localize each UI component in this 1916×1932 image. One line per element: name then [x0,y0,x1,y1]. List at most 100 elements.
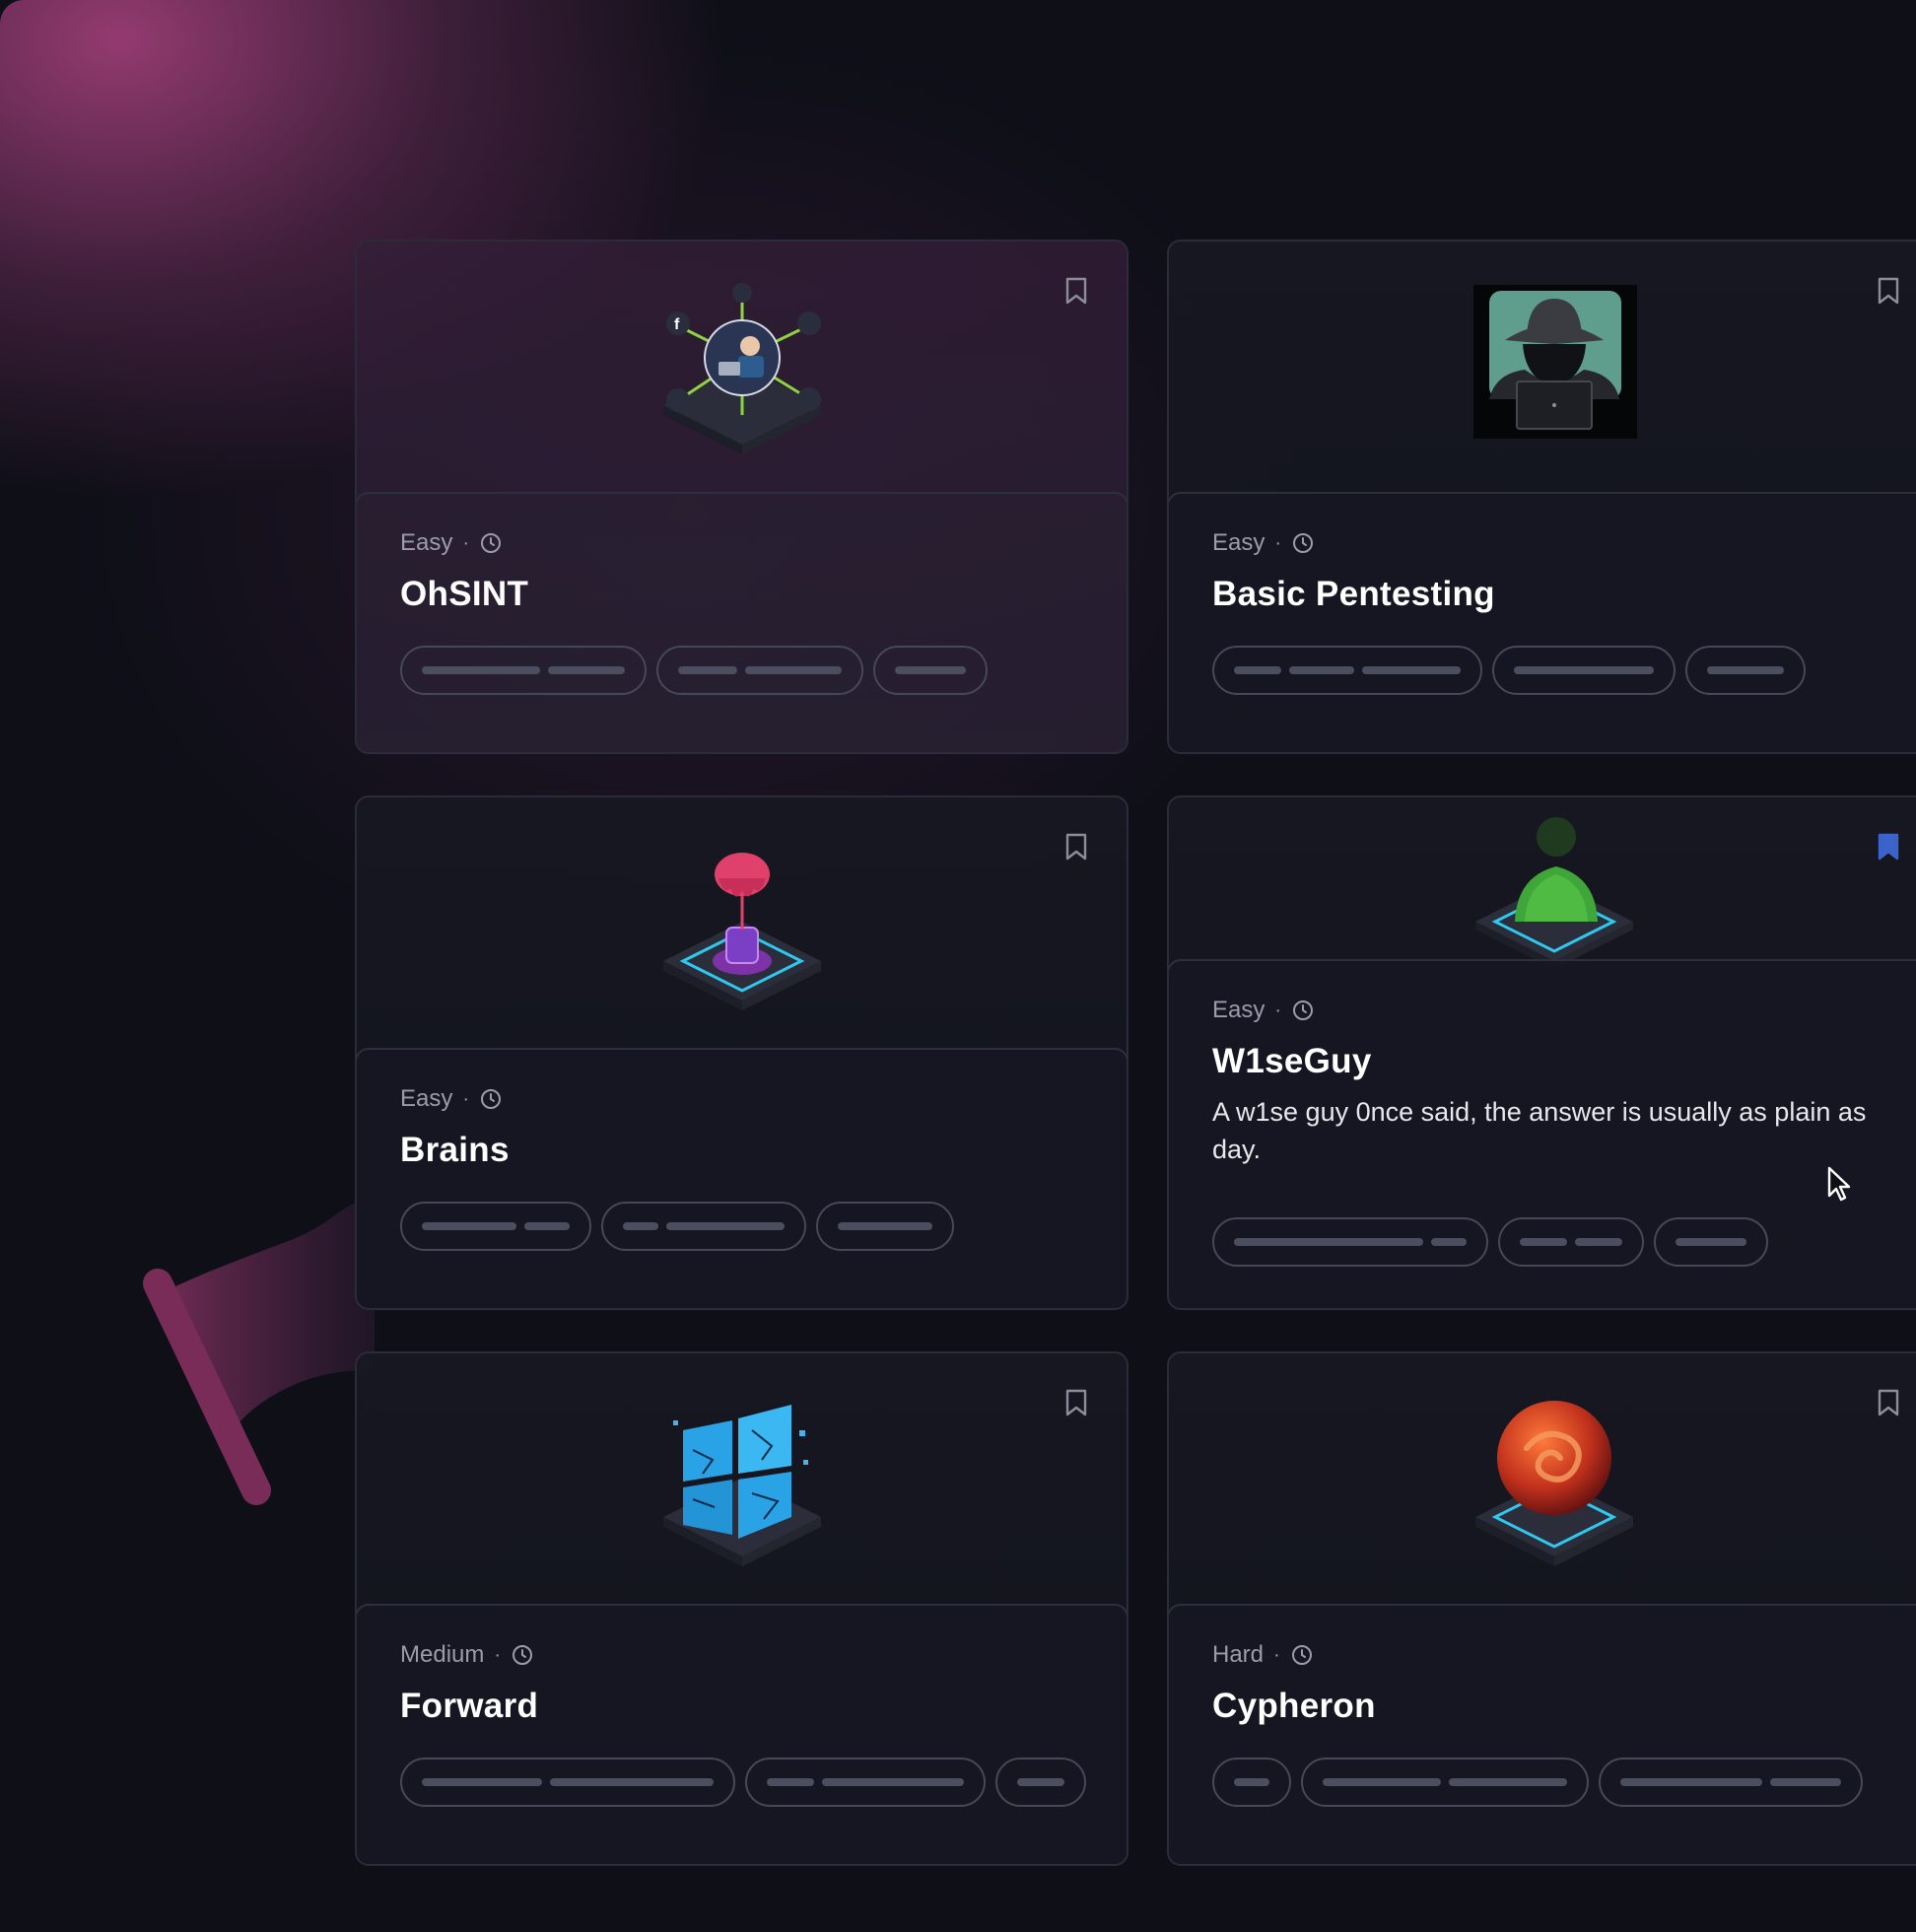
meta-separator: · [1274,531,1282,554]
matrix-person-icon [1474,817,1633,969]
room-card-info: Easy · Brains [357,1048,1127,1308]
tag-pill[interactable] [400,646,647,695]
difficulty-label: Hard [1212,1641,1265,1668]
tag-pill[interactable] [1654,1217,1768,1267]
tag-pill[interactable] [1492,646,1676,695]
tag-pill[interactable] [745,1758,986,1807]
room-title[interactable]: Brains [400,1131,510,1170]
room-card-info: Easy · OhSINT [357,492,1127,752]
tag-placeholder-bar [895,666,966,674]
tag-placeholder-bar [422,1778,542,1786]
room-card-w1seguy[interactable]: Easy · W1seGuy A w1se guy 0nce said, the… [1167,795,1916,1310]
clock-icon [1291,1645,1312,1665]
room-card-image-area [357,797,1127,1049]
room-card-forward[interactable]: Medium · Forward [355,1351,1129,1866]
tag-pill[interactable] [656,646,863,695]
room-card-cypheron[interactable]: Hard · Cypheron [1167,1351,1916,1866]
meta-separator: · [462,531,470,554]
tag-placeholder-bar [1520,1238,1567,1246]
meta-separator: · [1273,1643,1280,1666]
tag-placeholder-bar [548,666,625,674]
bookmark-icon[interactable] [1065,1389,1087,1416]
tag-placeholder-bar [422,1222,516,1230]
tag-placeholder-bar [1770,1778,1841,1786]
tag-pill[interactable] [1301,1758,1589,1807]
clock-icon [1293,533,1314,553]
difficulty-label: Medium [400,1641,485,1668]
room-card-basic-pentesting[interactable]: Easy · Basic Pentesting [1167,240,1916,754]
svg-text:f: f [674,316,680,333]
tag-pill[interactable] [816,1202,954,1251]
tag-pill[interactable] [1498,1217,1644,1267]
brain-on-platform-icon [662,853,821,1010]
bookmark-icon[interactable] [1065,277,1087,305]
room-gallery: f Easy · OhSINT Easy · Basic Pentesting … [0,0,1916,1932]
tag-placeholder-bar [1620,1778,1762,1786]
clock-icon [513,1645,533,1665]
room-title[interactable]: Forward [400,1687,538,1726]
tag-placeholder-bar [1234,1238,1423,1246]
tag-pill[interactable] [400,1202,591,1251]
room-card-brains[interactable]: Easy · Brains [355,795,1129,1310]
room-meta: Easy · [1212,997,1315,1024]
room-tags [400,646,988,695]
clock-icon [1293,1000,1314,1020]
tag-placeholder-bar [666,1222,785,1230]
tag-placeholder-bar [1707,666,1784,674]
room-card-ohsint[interactable]: f Easy · OhSINT [355,240,1129,754]
room-title[interactable]: Basic Pentesting [1212,575,1495,614]
room-description: A w1se guy 0nce said, the answer is usua… [1212,1097,1867,1164]
tag-pill[interactable] [400,1758,735,1807]
tag-pill[interactable] [1212,1758,1291,1807]
tag-placeholder-bar [1575,1238,1622,1246]
bookmark-icon[interactable] [1065,833,1087,861]
tag-placeholder-bar [524,1222,570,1230]
meta-separator: · [494,1643,502,1666]
tag-placeholder-bar [1234,666,1281,674]
room-tags [400,1758,1086,1807]
tag-placeholder-bar [1289,666,1354,674]
tag-pill[interactable] [1212,1217,1488,1267]
tag-placeholder-bar [1323,1778,1441,1786]
tag-placeholder-bar [1234,1778,1269,1786]
tag-pill[interactable] [1685,646,1806,695]
room-title[interactable]: W1seGuy [1212,1042,1372,1081]
meta-separator: · [462,1087,470,1110]
room-title[interactable]: OhSINT [400,575,528,614]
room-card-info: Hard · Cypheron [1169,1604,1916,1864]
room-card-info: Easy · W1seGuy A w1se guy 0nce said, the… [1169,959,1916,1308]
tag-placeholder-bar [1449,1778,1567,1786]
tag-placeholder-bar [767,1778,814,1786]
room-meta: Easy · [400,1085,503,1113]
difficulty-label: Easy [1212,997,1266,1023]
difficulty-label: Easy [1212,529,1266,556]
room-tags [1212,1758,1863,1807]
meta-separator: · [1274,999,1282,1021]
tag-pill[interactable] [995,1758,1086,1807]
tag-pill[interactable] [1212,646,1482,695]
room-card-image-area [1169,242,1916,493]
room-tags [1212,1217,1768,1267]
broken-window-icon [662,1405,821,1566]
tag-placeholder-bar [1514,666,1654,674]
room-title[interactable]: Cypheron [1212,1687,1376,1726]
tag-placeholder-bar [1431,1238,1467,1246]
difficulty-label: Easy [400,529,453,556]
swirl-orb-icon [1474,1401,1633,1566]
tag-placeholder-bar [1676,1238,1746,1246]
room-meta: Easy · [1212,529,1315,557]
tag-placeholder-bar [1017,1778,1064,1786]
bookmark-icon[interactable] [1878,1389,1899,1416]
room-card-image-area [1169,1353,1916,1605]
bookmark-icon[interactable] [1878,277,1899,305]
room-meta: Easy · [400,529,503,557]
room-tags [400,1202,954,1251]
tag-pill[interactable] [873,646,988,695]
tag-placeholder-bar [422,666,540,674]
hacker-with-laptop-icon [1472,285,1637,439]
mouse-cursor-icon [1827,1166,1851,1202]
room-tags [1212,646,1806,695]
tag-pill[interactable] [1599,1758,1863,1807]
tag-pill[interactable] [601,1202,806,1251]
bookmark-icon[interactable] [1878,833,1899,861]
